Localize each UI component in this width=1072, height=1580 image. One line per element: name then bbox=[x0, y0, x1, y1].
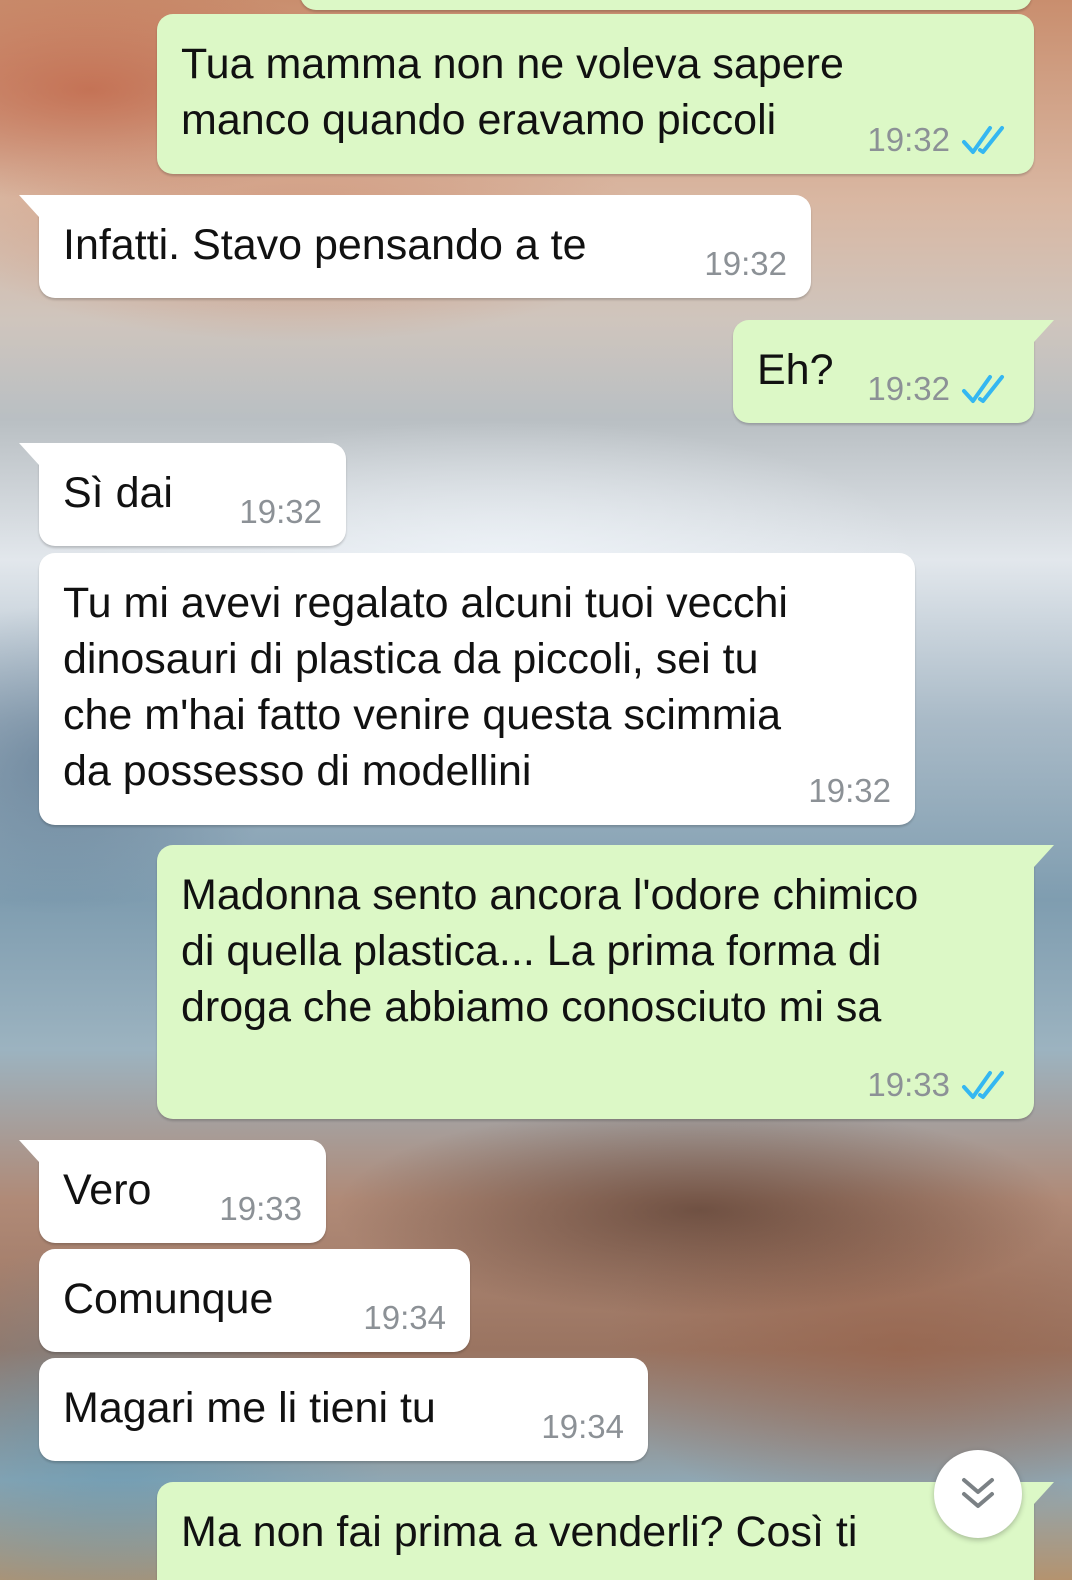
message-text: Infatti. Stavo pensando a te bbox=[63, 221, 587, 269]
message-time: 19:34 bbox=[541, 1408, 624, 1445]
message-incoming[interactable]: Infatti. Stavo pensando a te 19:32 bbox=[19, 195, 811, 298]
message-text: Madonna sento ancora l'odore chimico di … bbox=[181, 871, 919, 1031]
double-check-icon bbox=[962, 1071, 1004, 1099]
double-chevron-down-icon bbox=[962, 1478, 994, 1508]
scroll-to-bottom-button[interactable] bbox=[934, 1450, 1022, 1538]
message-incoming[interactable]: Tu mi avevi regalato alcuni tuoi vecchi … bbox=[39, 553, 915, 825]
message-outgoing[interactable]: Madonna sento ancora l'odore chimico di … bbox=[157, 845, 1054, 1119]
message-meta: 19:32 bbox=[239, 494, 322, 530]
message-text: Ma non fai prima a venderli? Così ti bbox=[181, 1508, 858, 1556]
message-meta: 19:32 bbox=[867, 122, 1010, 158]
message-text: Magari me li tieni tu bbox=[63, 1384, 436, 1432]
double-check-icon bbox=[962, 375, 1004, 403]
double-check-icon bbox=[962, 126, 1004, 154]
previous-message-edge bbox=[300, 0, 1032, 10]
message-text: Tu mi avevi regalato alcuni tuoi vecchi … bbox=[63, 579, 788, 795]
message-meta: 19:32 bbox=[808, 773, 891, 809]
message-meta: 19:32 bbox=[704, 246, 787, 282]
message-time: 19:32 bbox=[239, 493, 322, 530]
message-time: 19:32 bbox=[704, 245, 787, 282]
message-outgoing[interactable]: Eh? 19:32 bbox=[733, 320, 1054, 423]
message-incoming[interactable]: Magari me li tieni tu 19:34 bbox=[39, 1358, 648, 1461]
message-incoming[interactable]: Comunque 19:34 bbox=[39, 1249, 470, 1352]
message-outgoing[interactable]: Tua mamma non ne voleva sapere manco qua… bbox=[157, 14, 1034, 174]
message-outgoing[interactable]: Ma non fai prima a venderli? Così ti bbox=[157, 1482, 1054, 1580]
message-meta: 19:33 bbox=[867, 1067, 1010, 1103]
message-meta: 19:32 bbox=[867, 371, 1010, 407]
message-time: 19:32 bbox=[808, 772, 891, 809]
message-meta: 19:33 bbox=[219, 1191, 302, 1227]
message-incoming[interactable]: Sì dai 19:32 bbox=[19, 443, 346, 546]
message-meta: 19:34 bbox=[363, 1300, 446, 1336]
message-meta: 19:34 bbox=[541, 1409, 624, 1445]
message-incoming[interactable]: Vero 19:33 bbox=[19, 1140, 326, 1243]
message-time: 19:34 bbox=[363, 1299, 446, 1336]
message-time: 19:32 bbox=[867, 370, 950, 407]
message-time: 19:33 bbox=[219, 1190, 302, 1227]
message-time: 19:33 bbox=[867, 1066, 950, 1103]
message-time: 19:32 bbox=[867, 121, 950, 158]
